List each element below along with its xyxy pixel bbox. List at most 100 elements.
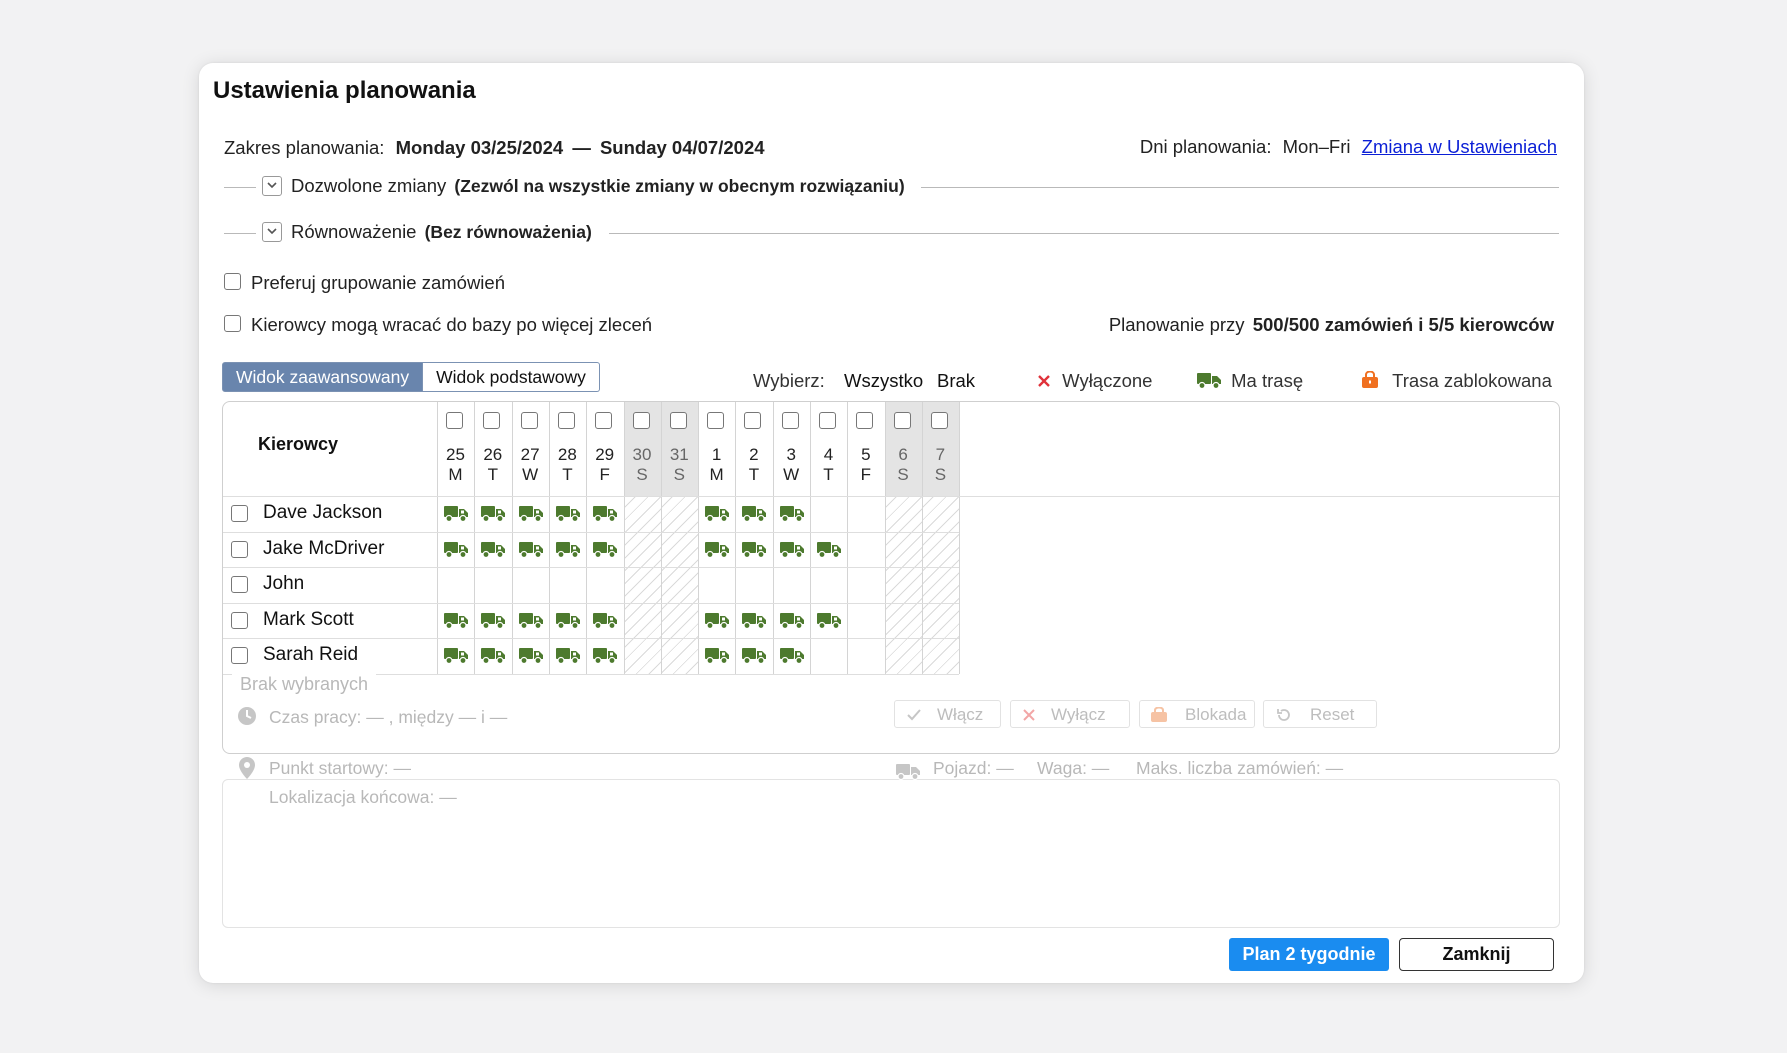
schedule-cell[interactable] bbox=[624, 532, 661, 567]
day-checkbox[interactable] bbox=[557, 412, 575, 429]
schedule-cell[interactable] bbox=[810, 496, 847, 531]
day-checkbox[interactable] bbox=[781, 412, 799, 429]
schedule-cell[interactable] bbox=[922, 567, 959, 602]
schedule-cell[interactable] bbox=[885, 603, 922, 638]
schedule-cell[interactable] bbox=[735, 496, 772, 531]
schedule-cell[interactable] bbox=[512, 638, 549, 673]
day-checkbox[interactable] bbox=[595, 412, 613, 429]
schedule-cell[interactable] bbox=[512, 532, 549, 567]
schedule-cell[interactable] bbox=[922, 638, 959, 673]
schedule-cell[interactable] bbox=[810, 603, 847, 638]
schedule-cell[interactable] bbox=[624, 638, 661, 673]
close-button[interactable]: Zamknij bbox=[1399, 938, 1554, 971]
balancing-toggle[interactable] bbox=[262, 222, 282, 242]
schedule-cell[interactable] bbox=[810, 532, 847, 567]
schedule-cell[interactable] bbox=[698, 603, 735, 638]
day-checkbox[interactable] bbox=[632, 412, 650, 429]
schedule-cell[interactable] bbox=[885, 638, 922, 673]
schedule-cell[interactable] bbox=[922, 496, 959, 531]
schedule-cell[interactable] bbox=[847, 603, 884, 638]
group-orders-checkbox[interactable] bbox=[224, 273, 241, 290]
schedule-cell[interactable] bbox=[698, 567, 735, 602]
tab-basic-view[interactable]: Widok podstawowy bbox=[423, 362, 600, 392]
schedule-cell[interactable] bbox=[474, 603, 511, 638]
select-all-link[interactable]: Wszystko bbox=[844, 370, 923, 392]
schedule-cell[interactable] bbox=[512, 567, 549, 602]
schedule-cell[interactable] bbox=[698, 532, 735, 567]
schedule-cell[interactable] bbox=[549, 638, 586, 673]
schedule-cell[interactable] bbox=[474, 638, 511, 673]
driver-checkbox[interactable] bbox=[231, 576, 248, 593]
reset-button[interactable]: Reset bbox=[1263, 700, 1377, 728]
schedule-cell[interactable] bbox=[586, 603, 623, 638]
schedule-cell[interactable] bbox=[549, 532, 586, 567]
day-checkbox[interactable] bbox=[483, 412, 501, 429]
schedule-cell[interactable] bbox=[661, 567, 698, 602]
schedule-cell[interactable] bbox=[810, 638, 847, 673]
driver-checkbox[interactable] bbox=[231, 647, 248, 664]
schedule-cell[interactable] bbox=[624, 496, 661, 531]
schedule-cell[interactable] bbox=[773, 567, 810, 602]
schedule-cell[interactable] bbox=[437, 532, 474, 567]
schedule-cell[interactable] bbox=[773, 603, 810, 638]
schedule-cell[interactable] bbox=[810, 567, 847, 602]
allowed-changes-toggle[interactable] bbox=[262, 176, 282, 196]
schedule-cell[interactable] bbox=[512, 603, 549, 638]
schedule-cell[interactable] bbox=[847, 638, 884, 673]
schedule-cell[interactable] bbox=[922, 532, 959, 567]
plan-two-weeks-button[interactable]: Plan 2 tygodnie bbox=[1229, 938, 1389, 971]
schedule-cell[interactable] bbox=[735, 638, 772, 673]
schedule-cell[interactable] bbox=[885, 532, 922, 567]
schedule-cell[interactable] bbox=[624, 567, 661, 602]
schedule-cell[interactable] bbox=[661, 603, 698, 638]
day-checkbox[interactable] bbox=[707, 412, 725, 429]
schedule-cell[interactable] bbox=[773, 496, 810, 531]
day-checkbox[interactable] bbox=[520, 412, 538, 429]
schedule-cell[interactable] bbox=[549, 567, 586, 602]
schedule-cell[interactable] bbox=[735, 532, 772, 567]
driver-checkbox[interactable] bbox=[231, 505, 248, 522]
day-checkbox[interactable] bbox=[669, 412, 687, 429]
schedule-cell[interactable] bbox=[847, 496, 884, 531]
schedule-cell[interactable] bbox=[586, 532, 623, 567]
schedule-cell[interactable] bbox=[437, 603, 474, 638]
schedule-cell[interactable] bbox=[735, 567, 772, 602]
schedule-cell[interactable] bbox=[773, 532, 810, 567]
schedule-cell[interactable] bbox=[586, 567, 623, 602]
schedule-cell[interactable] bbox=[437, 567, 474, 602]
schedule-cell[interactable] bbox=[773, 638, 810, 673]
schedule-cell[interactable] bbox=[885, 567, 922, 602]
schedule-cell[interactable] bbox=[437, 638, 474, 673]
schedule-cell[interactable] bbox=[624, 603, 661, 638]
schedule-cell[interactable] bbox=[512, 496, 549, 531]
schedule-cell[interactable] bbox=[474, 532, 511, 567]
schedule-cell[interactable] bbox=[847, 532, 884, 567]
schedule-cell[interactable] bbox=[474, 496, 511, 531]
schedule-cell[interactable] bbox=[549, 496, 586, 531]
disable-button[interactable]: Wyłącz bbox=[1010, 700, 1130, 728]
schedule-cell[interactable] bbox=[885, 496, 922, 531]
driver-checkbox[interactable] bbox=[231, 540, 248, 558]
day-checkbox[interactable] bbox=[819, 412, 836, 429]
schedule-cell[interactable] bbox=[661, 532, 698, 567]
enable-button[interactable]: Włącz bbox=[894, 700, 1001, 728]
schedule-cell[interactable] bbox=[549, 603, 586, 638]
schedule-cell[interactable] bbox=[586, 496, 623, 531]
day-checkbox[interactable] bbox=[446, 412, 463, 429]
block-button[interactable]: Blokada bbox=[1139, 700, 1255, 728]
schedule-cell[interactable] bbox=[735, 603, 772, 638]
schedule-cell[interactable] bbox=[437, 496, 474, 531]
select-none-link[interactable]: Brak bbox=[937, 370, 975, 392]
schedule-cell[interactable] bbox=[698, 638, 735, 673]
schedule-cell[interactable] bbox=[922, 603, 959, 638]
schedule-cell[interactable] bbox=[661, 496, 698, 531]
driver-checkbox[interactable] bbox=[231, 611, 248, 629]
schedule-cell[interactable] bbox=[661, 638, 698, 673]
schedule-cell[interactable] bbox=[847, 567, 884, 602]
day-checkbox[interactable] bbox=[930, 412, 948, 429]
day-checkbox[interactable] bbox=[893, 412, 911, 429]
schedule-cell[interactable] bbox=[586, 638, 623, 673]
day-checkbox[interactable] bbox=[856, 412, 874, 429]
day-checkbox[interactable] bbox=[744, 412, 762, 429]
schedule-cell[interactable] bbox=[474, 567, 511, 602]
